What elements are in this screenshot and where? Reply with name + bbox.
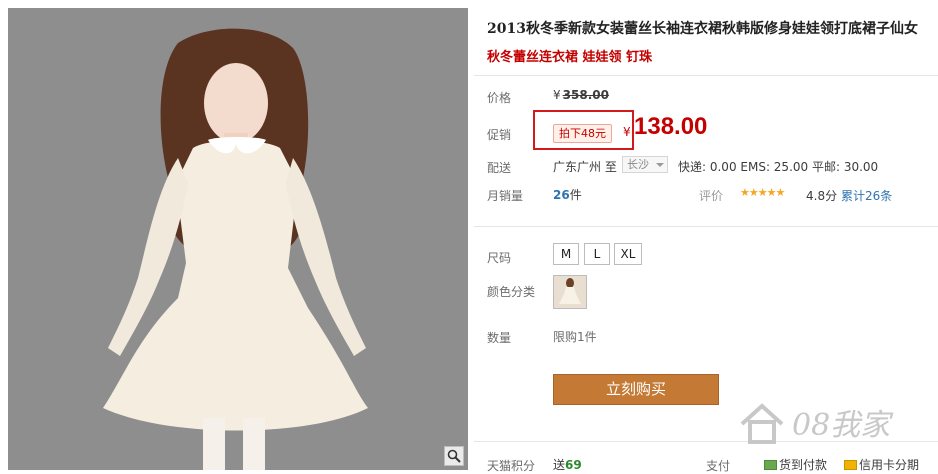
promo-price: 138.00 xyxy=(634,113,708,140)
review-label: 评价 xyxy=(699,189,724,203)
product-main-image[interactable] xyxy=(8,8,468,470)
sales-count: 26 xyxy=(553,188,570,202)
zoom-button[interactable] xyxy=(444,446,464,466)
product-title: 2013秋冬季新款女装蕾丝长袖连衣裙秋韩版修身娃娃领打底裙子仙女 xyxy=(487,21,918,37)
original-price-value: 358.00 xyxy=(562,88,609,102)
currency-symbol: ¥ xyxy=(553,88,561,102)
monthly-sales-label: 月销量 xyxy=(487,189,524,203)
magnifier-icon xyxy=(447,449,461,463)
shipping-label: 配送 xyxy=(487,161,512,175)
destination-value: 长沙 xyxy=(627,158,649,171)
color-label: 颜色分类 xyxy=(487,285,536,299)
product-subtitle: 秋冬蕾丝连衣裙 娃娃领 钉珠 xyxy=(487,50,653,65)
payment-method-label: 货到付款 xyxy=(779,458,828,472)
sales-unit: 件 xyxy=(569,188,582,202)
star-rating: ★★★★★ xyxy=(740,186,785,199)
swatch-thumbnail xyxy=(554,276,586,308)
price-label: 价格 xyxy=(487,91,512,105)
promo-tag: 拍下48元 xyxy=(553,124,612,143)
review-count-link[interactable]: 累计26条 xyxy=(841,187,892,204)
watermark-house-icon xyxy=(738,402,786,449)
size-option-l[interactable]: L xyxy=(584,243,610,265)
points-prefix: 送 xyxy=(553,458,566,472)
watermark: 08我家 xyxy=(792,408,891,443)
shipping-fees: 快递: 0.00 EMS: 25.00 平邮: 30.00 xyxy=(678,160,879,174)
chevron-down-icon xyxy=(656,163,664,167)
payment-method-installment[interactable]: 信用卡分期 xyxy=(844,456,919,473)
points-label: 天猫积分 xyxy=(487,459,536,473)
purchase-limit: 限购1件 xyxy=(553,330,597,344)
divider xyxy=(474,226,938,227)
credit-card-icon xyxy=(844,460,857,470)
points-value: 送69 xyxy=(553,456,582,473)
original-price: ¥358.00 xyxy=(553,88,609,102)
payment-label: 支付 xyxy=(706,459,731,473)
promo-label: 促销 xyxy=(487,128,512,142)
payment-method-label: 信用卡分期 xyxy=(859,458,920,472)
buy-now-button[interactable]: 立刻购买 xyxy=(553,374,719,405)
size-label: 尺码 xyxy=(487,251,512,265)
quantity-label: 数量 xyxy=(487,331,512,345)
size-option-xl[interactable]: XL xyxy=(614,243,642,265)
shipping-origin: 广东广州 至 xyxy=(553,160,617,174)
divider xyxy=(474,75,938,76)
promo-currency-symbol: ¥ xyxy=(623,125,631,139)
destination-select[interactable]: 长沙 xyxy=(622,156,668,173)
monthly-sales-value: 26件 xyxy=(553,186,582,203)
points-number: 69 xyxy=(565,458,582,472)
cod-icon xyxy=(764,460,777,470)
review-score: 4.8分 xyxy=(806,189,838,203)
payment-method-cod[interactable]: 货到付款 xyxy=(764,456,827,473)
color-option-swatch[interactable] xyxy=(553,275,587,309)
size-option-m[interactable]: M xyxy=(553,243,579,265)
product-photo-illustration xyxy=(8,8,468,470)
